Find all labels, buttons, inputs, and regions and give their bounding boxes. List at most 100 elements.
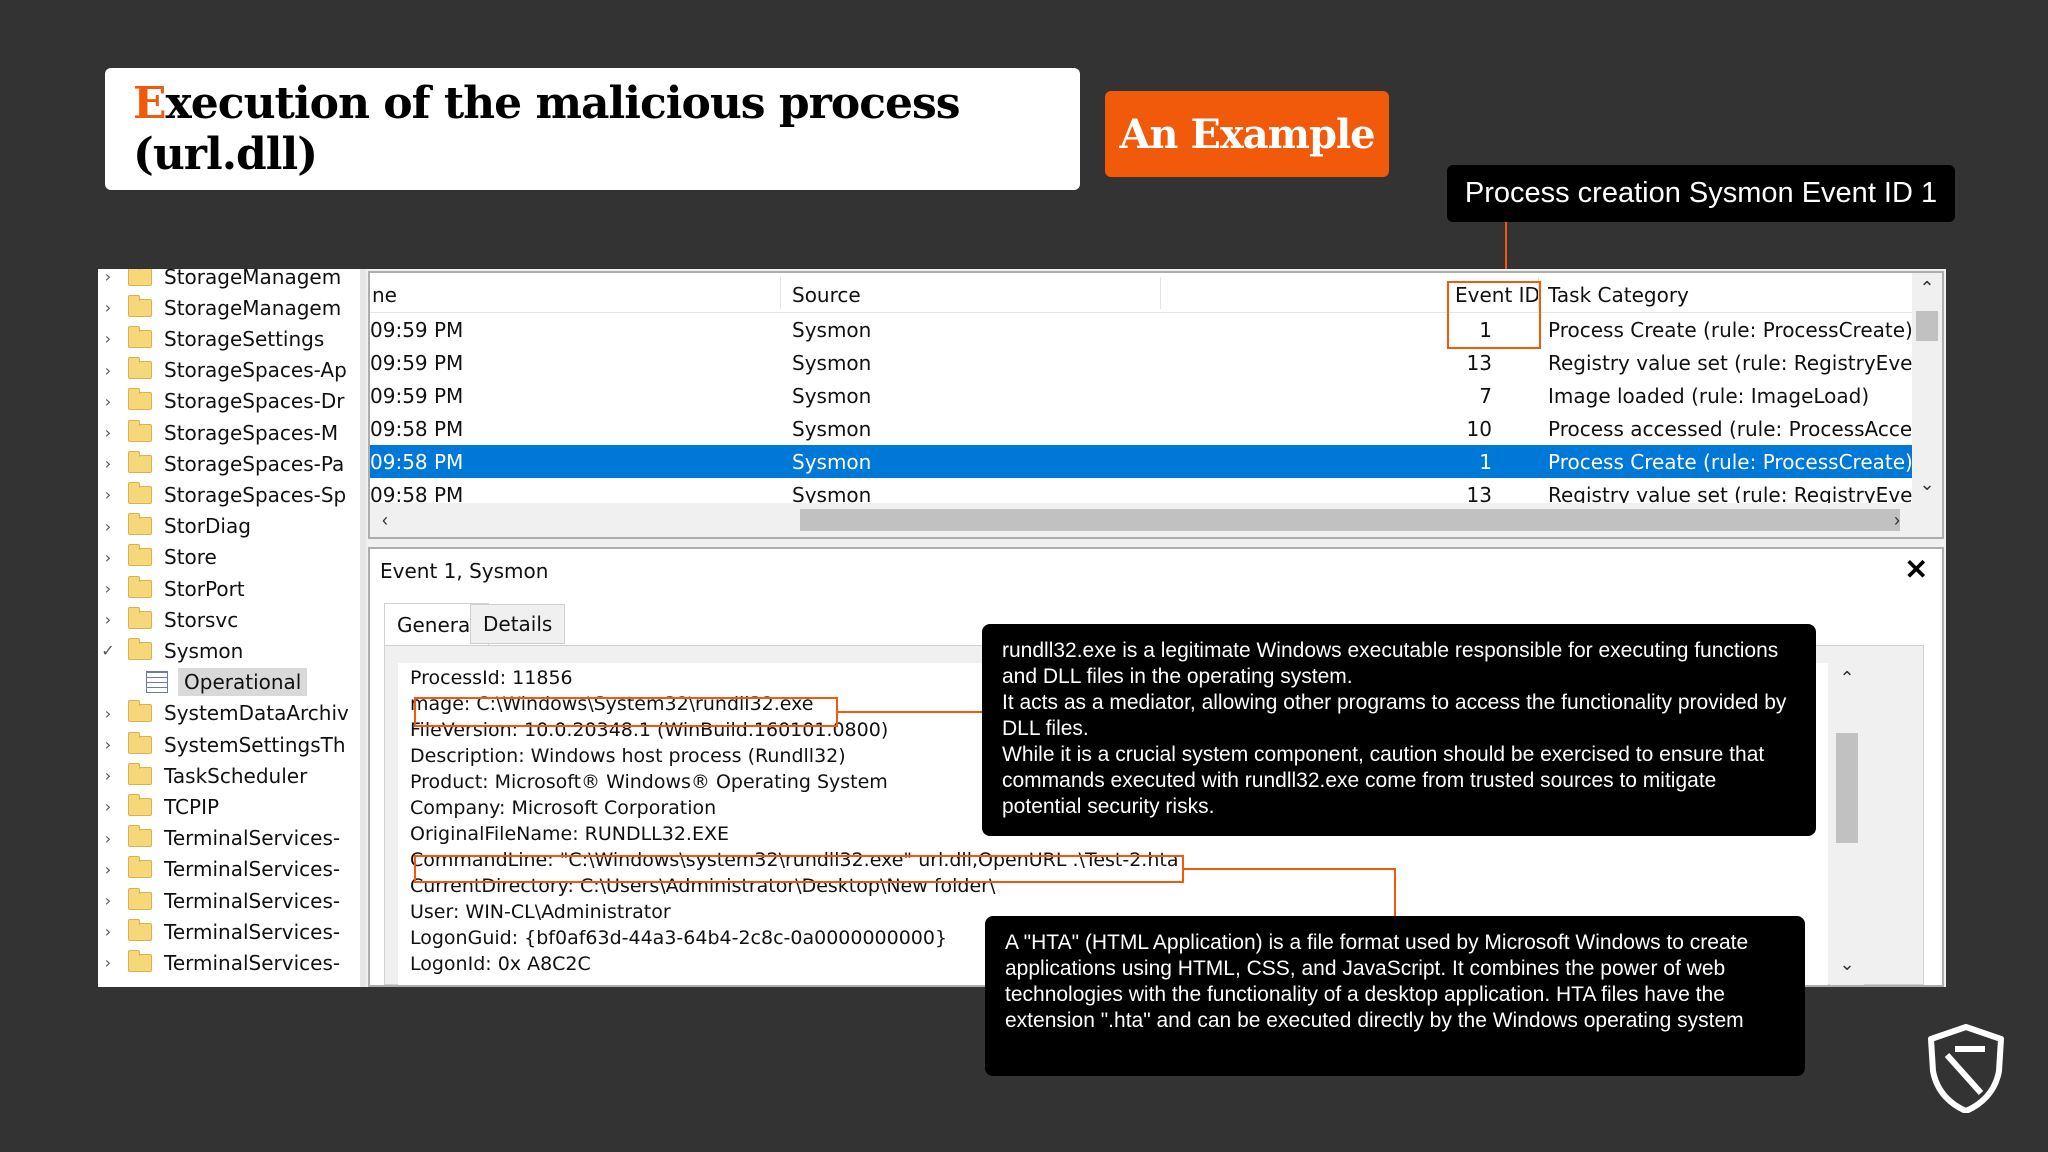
expand-arrow-icon[interactable]: › [98,548,118,567]
event-detail-line: Product: Microsoft® Windows® Operating S… [410,771,888,793]
folder-icon [128,269,152,286]
expand-arrow-icon[interactable]: › [98,953,118,972]
col-time[interactable]: ne [372,283,397,307]
detail-scroll-up-icon[interactable]: ⌃ [1832,663,1862,693]
expand-arrow-icon[interactable]: › [98,298,118,317]
tree-item[interactable]: › TaskScheduler [98,760,360,791]
folder-icon [128,918,152,941]
event-row[interactable]: 09:59 PM Sysmon 1 Process Create (rule: Pro… [370,313,1913,346]
expand-arrow-icon[interactable]: › [98,922,118,941]
tree-item[interactable]: › StorageManagem [98,292,360,323]
event-id-cell: 10 [1466,417,1492,441]
expand-arrow-icon[interactable]: › [98,579,118,598]
scroll-left-icon[interactable]: ‹ [370,505,400,535]
tree-item-label: TerminalServices- [164,857,341,882]
tree-item-label: TerminalServices- [164,919,341,944]
event-row[interactable]: 09:58 PM Sysmon 1 Process Create (rule: Pro… [370,445,1913,478]
expand-arrow-icon[interactable]: › [98,392,118,411]
tree-item[interactable]: › StorageSpaces-Dr [98,386,360,417]
close-icon[interactable]: ✕ [1905,553,1928,586]
scroll-down-icon[interactable]: ⌄ [1912,469,1942,499]
log-tree: › StorageManagem › StorageManagem › StorageSe… [98,269,360,987]
scroll-up-icon[interactable]: ⌃ [1912,273,1942,303]
tree-item[interactable]: › SystemSettingsTh [98,729,360,760]
cmd-note-connector-h [1184,868,1396,870]
hta-note-text: A "HTA" (HTML Application) is a file for… [1005,931,1749,1032]
tree-item-label: StorageManagem [164,295,342,320]
tree-item[interactable]: ✓ Sysmon [98,635,360,666]
tree-item-label: SystemDataArchiv [164,701,349,726]
tree-item[interactable]: › StorageManagem [98,269,360,292]
tree-item[interactable]: › StorPort [98,573,360,604]
col-source[interactable]: Source [792,283,861,307]
tree-item-label: Storsvc [164,607,239,632]
event-time: 09:58 PM [370,450,464,474]
folder-icon [128,606,152,629]
tree-item[interactable]: › TerminalServices- [98,854,360,885]
tree-item-label: SystemSettingsTh [164,732,346,757]
folder-icon [128,419,152,442]
tree-item[interactable]: › Storsvc [98,604,360,635]
event-id-cell: 1 [1479,450,1492,474]
tree-item-label: Operational [178,668,308,697]
grid-vscroll[interactable]: ⌃ ⌄ [1912,273,1942,505]
event-id-callout: Process creation Sysmon Event ID 1 [1447,165,1955,222]
event-row[interactable]: 09:59 PM Sysmon 13 Registry value set (rule… [370,346,1941,379]
scroll-right-icon[interactable]: › [1882,505,1912,535]
expand-arrow-icon[interactable]: › [98,610,118,629]
tree-item[interactable]: Operational [98,667,360,698]
detail-scroll-down-icon[interactable]: ⌄ [1832,949,1862,979]
event-source: Sysmon [792,450,872,474]
tree-item[interactable]: › StorageSettings [98,323,360,354]
expand-arrow-icon[interactable]: › [98,485,118,504]
tree-item-label: TerminalServices- [164,826,341,851]
expand-arrow-icon[interactable]: › [98,829,118,848]
expand-arrow-icon[interactable]: › [98,269,118,286]
event-task-category: Registry value set (rule: RegistryEvent) [1548,351,1941,375]
tree-item[interactable]: › StorageSpaces-Pa [98,448,360,479]
tree-item-label: StorDiag [164,514,251,539]
folder-icon [128,949,152,972]
expand-arrow-icon[interactable]: › [98,735,118,754]
event-detail-line: OriginalFileName: RUNDLL32.EXE [410,823,730,845]
hta-note: A "HTA" (HTML Application) is a file for… [985,916,1805,1076]
tree-item[interactable]: › StorageSpaces-M [98,417,360,448]
expanded-arrow-icon[interactable]: ✓ [98,641,118,660]
tree-item-label: StorageSpaces-Ap [164,358,347,383]
image-note-connector [838,711,982,713]
expand-arrow-icon[interactable]: › [98,517,118,536]
detail-scrollbar[interactable]: ⌃ ⌄ [1830,663,1864,985]
expand-arrow-icon[interactable]: › [98,423,118,442]
expand-arrow-icon[interactable]: › [98,704,118,723]
tree-item[interactable]: › TerminalServices- [98,885,360,916]
tree-item[interactable]: › StorageSpaces-Sp [98,479,360,510]
event-row[interactable]: 09:58 PM Sysmon 10 Process accessed (rule: … [370,412,1941,445]
grid-hscroll[interactable]: ‹ › [370,503,1942,537]
tree-item[interactable]: › StorDiag [98,511,360,542]
tree-item-label: StorageManagem [164,269,342,289]
tree-item[interactable]: › Store [98,542,360,573]
event-task-category: Process Create (rule: ProcessCreate) [1548,318,1913,342]
event-row[interactable]: 09:59 PM Sysmon 7 Image loaded (rule: Image… [370,379,1912,412]
tree-item[interactable]: › TerminalServices- [98,823,360,854]
tree-item[interactable]: › TerminalServices- [98,916,360,947]
expand-arrow-icon[interactable]: › [98,860,118,879]
tree-item-label: StorageSettings [164,326,325,351]
expand-arrow-icon[interactable]: › [98,891,118,910]
tree-item[interactable]: › TCPIP [98,791,360,822]
log-icon [146,671,168,694]
expand-arrow-icon[interactable]: › [98,454,118,473]
expand-arrow-icon[interactable]: › [98,361,118,380]
tree-item[interactable]: › StorageSpaces-Ap [98,355,360,386]
expand-arrow-icon[interactable]: › [98,766,118,785]
tree-item[interactable]: › TerminalServices- [98,947,360,978]
tab-details[interactable]: Details [470,604,566,644]
event-detail-line: LogonId: 0x A8C2C [410,953,591,975]
col-task-category[interactable]: Task Category [1548,283,1689,307]
event-detail-line: Description: Windows host process (Rundl… [410,745,846,767]
tree-item[interactable]: › SystemDataArchiv [98,698,360,729]
rundll-note-line-1: rundll32.exe is a legitimate Windows exe… [1002,639,1779,688]
expand-arrow-icon[interactable]: › [98,329,118,348]
expand-arrow-icon[interactable]: › [98,797,118,816]
cmd-note-connector-v [1394,868,1396,916]
